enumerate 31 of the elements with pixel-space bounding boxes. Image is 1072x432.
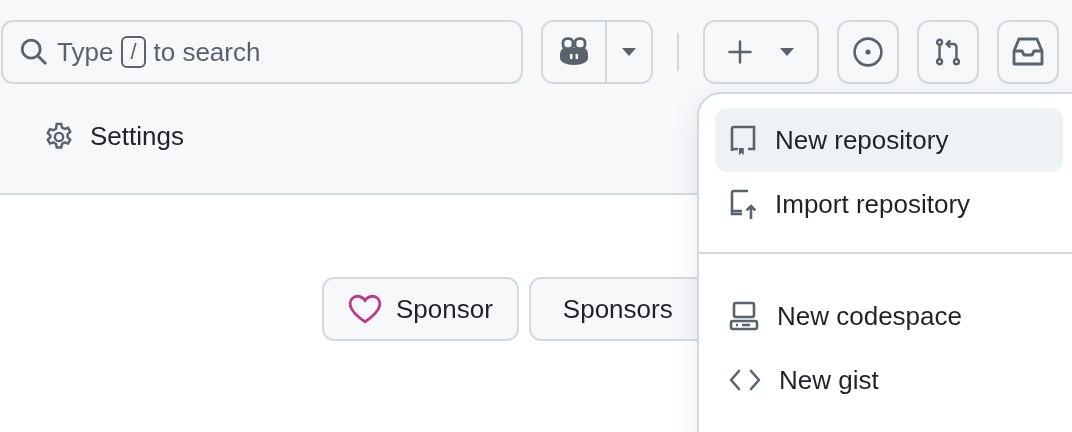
menu-item-label: New gist (779, 364, 879, 396)
search-field[interactable]: Type / to search (1, 20, 523, 84)
pull-request-icon (933, 36, 963, 68)
codespace-icon (729, 300, 759, 332)
robot-icon (558, 37, 590, 67)
menu-item-label: Import repository (775, 188, 971, 220)
inbox-button[interactable] (997, 20, 1059, 84)
inbox-icon (1012, 37, 1044, 67)
caret-icon (621, 47, 637, 57)
menu-item-label: New codespace (777, 300, 962, 332)
menu-item[interactable]: New repository (715, 108, 1063, 172)
sponsor-button[interactable]: Sponsor (322, 277, 519, 341)
heart-icon (348, 294, 382, 324)
menu-item-label: New repository (775, 124, 949, 156)
menu-item[interactable]: Import repository (715, 172, 1063, 236)
menu-item[interactable]: New codespace (715, 284, 1063, 348)
settings-tab[interactable]: Settings (44, 121, 184, 156)
plus-icon (727, 39, 753, 65)
settings-icon (44, 121, 74, 152)
import-icon (729, 188, 757, 220)
menu-item[interactable]: New gist (715, 348, 1063, 412)
issue-icon (852, 36, 884, 68)
code-icon (729, 369, 761, 391)
pull-requests-button[interactable] (917, 20, 979, 84)
caret-icon (779, 47, 795, 57)
search-placeholder: to search (153, 36, 261, 68)
search-placeholder: Type (57, 36, 114, 68)
repo-icon (729, 124, 757, 156)
search-icon (19, 37, 49, 67)
issues-button[interactable] (837, 20, 899, 84)
keyboard-key: / (121, 36, 146, 68)
